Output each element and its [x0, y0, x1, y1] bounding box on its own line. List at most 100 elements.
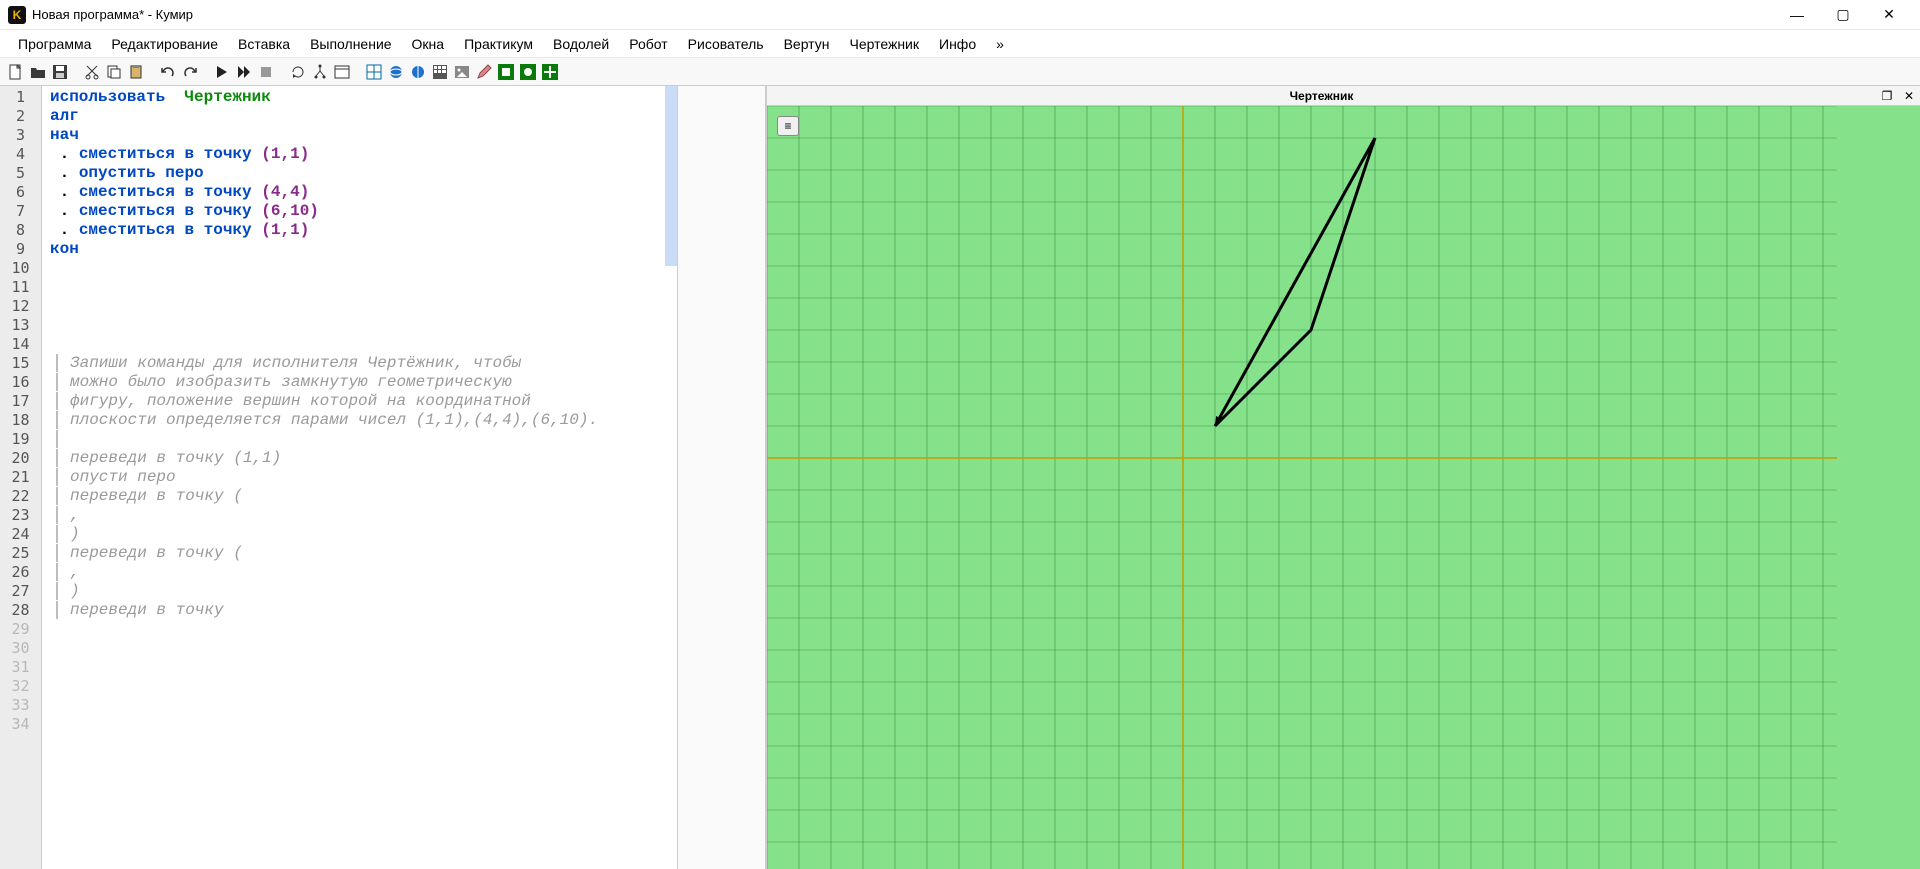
- menu-item-Робот[interactable]: Робот: [619, 32, 677, 56]
- code-line[interactable]: [50, 316, 669, 335]
- loop-icon[interactable]: [288, 62, 308, 82]
- table-icon[interactable]: [430, 62, 450, 82]
- new-file-icon[interactable]: [6, 62, 26, 82]
- secondary-pane: [677, 86, 765, 869]
- code-line[interactable]: фигуру, положение вершин которой на коор…: [50, 392, 669, 411]
- code-line[interactable]: использовать Чертежник: [50, 88, 669, 107]
- menu-item-Программа[interactable]: Программа: [8, 32, 101, 56]
- code-line[interactable]: . сместиться в точку (1,1): [50, 221, 669, 240]
- code-line[interactable]: нач: [50, 126, 669, 145]
- line-number: 25: [0, 544, 41, 563]
- image-icon[interactable]: [452, 62, 472, 82]
- cut-icon[interactable]: [82, 62, 102, 82]
- line-number: 33: [0, 696, 41, 715]
- run-step-icon[interactable]: [234, 62, 254, 82]
- line-number: 24: [0, 525, 41, 544]
- line-number: 19: [0, 430, 41, 449]
- green2-icon[interactable]: [518, 62, 538, 82]
- line-number: 26: [0, 563, 41, 582]
- line-number: 14: [0, 335, 41, 354]
- menu-item-Вставка[interactable]: Вставка: [228, 32, 300, 56]
- menu-item-»[interactable]: »: [986, 32, 1014, 56]
- drawing-canvas[interactable]: ≡: [767, 106, 1920, 869]
- maximize-button[interactable]: ▢: [1820, 1, 1866, 29]
- close-button[interactable]: ✕: [1866, 1, 1912, 29]
- code-line[interactable]: ,: [50, 563, 669, 582]
- menu-item-Редактирование[interactable]: Редактирование: [101, 32, 228, 56]
- grid-icon[interactable]: [364, 62, 384, 82]
- drawing-panel-header: Чертежник ❐ ✕: [767, 86, 1920, 106]
- menu-item-Водолей[interactable]: Водолей: [543, 32, 619, 56]
- code-line[interactable]: [50, 335, 669, 354]
- minimize-button[interactable]: —: [1774, 1, 1820, 29]
- menu-item-Рисователь[interactable]: Рисователь: [678, 32, 774, 56]
- code-line[interactable]: . опустить перо: [50, 164, 669, 183]
- code-line[interactable]: [50, 259, 669, 278]
- code-line[interactable]: плоскости определяется парами чисел (1,1…: [50, 411, 669, 430]
- line-number: 27: [0, 582, 41, 601]
- code-line[interactable]: кон: [50, 240, 669, 259]
- code-line[interactable]: . сместиться в точку (6,10): [50, 202, 669, 221]
- branch-icon[interactable]: [310, 62, 330, 82]
- redo-icon[interactable]: [180, 62, 200, 82]
- code-line[interactable]: ): [50, 525, 669, 544]
- globe2-icon[interactable]: [408, 62, 428, 82]
- code-line[interactable]: переведи в точку (1,1): [50, 449, 669, 468]
- window-icon[interactable]: [332, 62, 352, 82]
- code-line[interactable]: [50, 430, 669, 449]
- code-editor[interactable]: использовать Чертежникалгнач . сместитьс…: [42, 86, 677, 869]
- stop-icon[interactable]: [256, 62, 276, 82]
- menu-item-Чертежник[interactable]: Чертежник: [839, 32, 929, 56]
- menu-item-Вертун[interactable]: Вертун: [774, 32, 840, 56]
- menu-item-Инфо[interactable]: Инфо: [929, 32, 986, 56]
- open-file-icon[interactable]: [28, 62, 48, 82]
- line-number: 34: [0, 715, 41, 734]
- code-line[interactable]: Запиши команды для исполнителя Чертёжник…: [50, 354, 669, 373]
- copy-icon[interactable]: [104, 62, 124, 82]
- code-line[interactable]: [50, 278, 669, 297]
- line-number: 22: [0, 487, 41, 506]
- panel-close-button[interactable]: ✕: [1898, 87, 1920, 105]
- code-line[interactable]: ,: [50, 506, 669, 525]
- green1-icon[interactable]: [496, 62, 516, 82]
- line-number: 31: [0, 658, 41, 677]
- undo-icon[interactable]: [158, 62, 178, 82]
- code-line[interactable]: переведи в точку: [50, 601, 669, 620]
- menu-item-Практикум[interactable]: Практикум: [454, 32, 543, 56]
- code-line[interactable]: . сместиться в точку (1,1): [50, 145, 669, 164]
- code-line[interactable]: ): [50, 582, 669, 601]
- globe-icon[interactable]: [386, 62, 406, 82]
- code-line[interactable]: опусти перо: [50, 468, 669, 487]
- titlebar: K Новая программа* - Кумир — ▢ ✕: [0, 0, 1920, 30]
- menu-item-Выполнение[interactable]: Выполнение: [300, 32, 401, 56]
- menu-item-Окна[interactable]: Окна: [402, 32, 455, 56]
- code-line[interactable]: можно было изобразить замкнутую геометри…: [50, 373, 669, 392]
- line-number: 3: [0, 126, 41, 145]
- code-line[interactable]: [50, 297, 669, 316]
- drawing-svg: [767, 106, 1837, 869]
- line-number: 5: [0, 164, 41, 183]
- line-number: 12: [0, 297, 41, 316]
- line-number: 13: [0, 316, 41, 335]
- app-icon: K: [8, 6, 26, 24]
- line-number: 32: [0, 677, 41, 696]
- line-number: 9: [0, 240, 41, 259]
- canvas-menu-button[interactable]: ≡: [777, 116, 799, 136]
- paste-icon[interactable]: [126, 62, 146, 82]
- line-number: 4: [0, 145, 41, 164]
- line-number: 28: [0, 601, 41, 620]
- save-file-icon[interactable]: [50, 62, 70, 82]
- code-line[interactable]: переведи в точку (: [50, 544, 669, 563]
- code-line[interactable]: алг: [50, 107, 669, 126]
- green3-icon[interactable]: [540, 62, 560, 82]
- run-icon[interactable]: [212, 62, 232, 82]
- window-controls: — ▢ ✕: [1774, 1, 1912, 29]
- line-number: 23: [0, 506, 41, 525]
- code-line[interactable]: . сместиться в точку (4,4): [50, 183, 669, 202]
- editor-pane: 1234567891011121314151617181920212223242…: [0, 86, 766, 869]
- pencil-icon[interactable]: [474, 62, 494, 82]
- drawing-panel-title: Чертежник: [767, 89, 1876, 103]
- line-number: 2: [0, 107, 41, 126]
- panel-maximize-button[interactable]: ❐: [1876, 87, 1898, 105]
- code-line[interactable]: переведи в точку (: [50, 487, 669, 506]
